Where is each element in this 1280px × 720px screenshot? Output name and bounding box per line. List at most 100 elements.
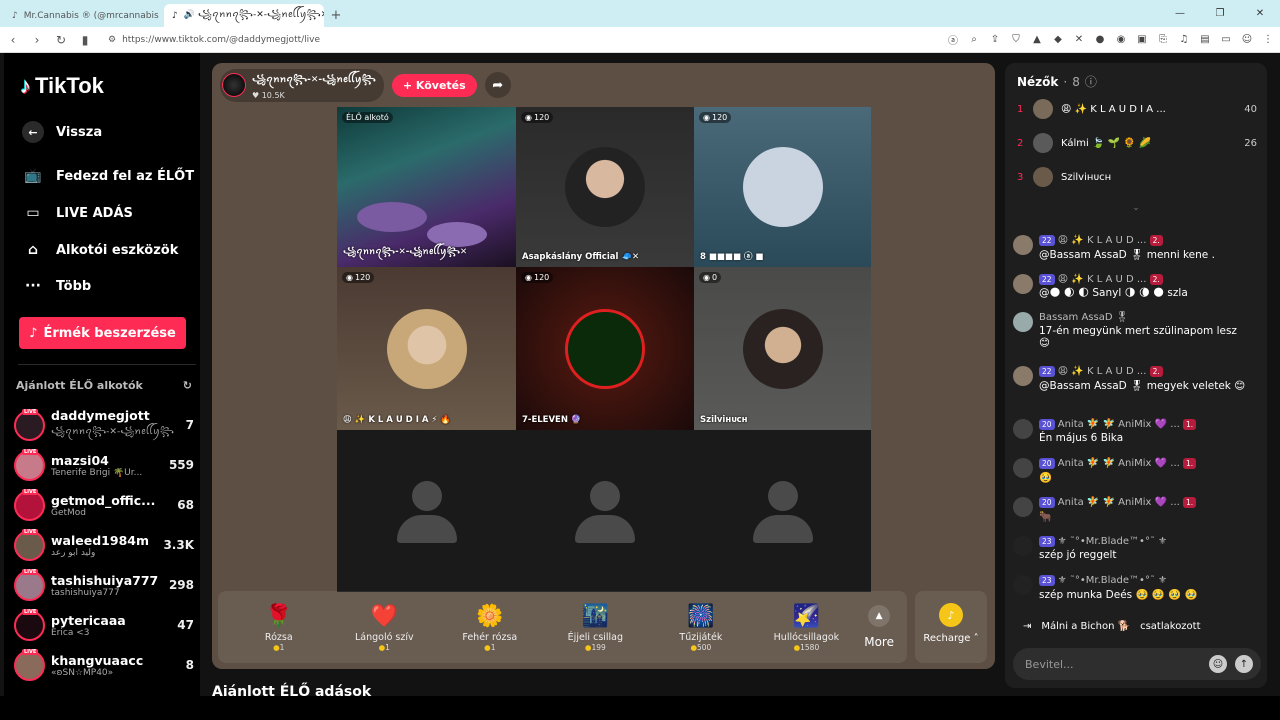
recommended-creator[interactable]: LIVE tashishuiya777 tashishuiya777 298 <box>14 567 194 603</box>
extension-icon[interactable]: ◉ <box>1115 34 1127 45</box>
guest-cell[interactable]: ◉ 120 7-ELEVEN 🔮 <box>516 267 694 430</box>
chat-message[interactable]: 22 😩 ✨ K L A U D ... 2. @Bassam AssaD 🎖 m… <box>1013 364 1253 392</box>
live-stream-panel: ꧁ꪖꪀꪀꪖ꧂-✕-꧁ꪀꫀꪶꪶꪗ꧂ ♥ 10.5K + Követés ➦ ÉLŐ … <box>212 63 995 669</box>
profile-icon[interactable]: ☺ <box>1241 34 1253 45</box>
shield-icon[interactable]: ⛉ <box>1010 34 1022 45</box>
new-tab-button[interactable]: + <box>324 4 348 27</box>
live-badge: LIVE <box>22 568 39 575</box>
forward-arrow-icon[interactable]: › <box>30 33 44 47</box>
empty-guest-slot[interactable] <box>337 430 516 592</box>
gift-item[interactable]: 🌼 Fehér rózsa ●1 <box>437 602 543 652</box>
chat-message[interactable]: Bassam AssaD 🎖 17-én megyünk mert szülina… <box>1013 310 1253 349</box>
viewers-chat-panel: Nézők · 8 ⓘ 1 😩 ✨ K L A U D I A ... 40 2 Kálmi… <box>1005 63 1267 688</box>
sidebar-icon[interactable]: ▤ <box>1199 34 1211 45</box>
browser-tab-active[interactable]: ♪🔊 ꧁ꪖꪀꪀꪖ꧂-✕-꧁ꪀꫀꪶꪶꪗ꧂✕ (@da✕ <box>164 4 324 27</box>
info-icon[interactable]: ⓘ <box>1085 73 1097 90</box>
close-window-icon[interactable]: ✕ <box>1240 0 1280 27</box>
fireworks-icon: 🎆 <box>687 604 715 629</box>
site-info-icon[interactable]: ⚙ <box>108 35 116 45</box>
refresh-icon[interactable]: ↻ <box>183 379 192 392</box>
tiktok-logo[interactable]: ♪ TikTok <box>20 73 104 99</box>
empty-guest-slot[interactable] <box>516 430 694 592</box>
extension-icon[interactable]: ⎘ <box>1157 34 1169 45</box>
chat-message[interactable]: 22 😩 ✨ K L A U D ... 2. @Bassam AssaD 🎖 m… <box>1013 233 1253 261</box>
chat-list: 22 😩 ✨ K L A U D ... 2. @Bassam AssaD 🎖 m… <box>1013 223 1257 621</box>
cell-badge: ÉLŐ alkotó <box>342 112 393 123</box>
host-bar: ꧁ꪖꪀꪀꪖ꧂-✕-꧁ꪀꫀꪶꪶꪗ꧂ ♥ 10.5K + Követés ➦ <box>220 68 511 102</box>
extension-icon[interactable]: ▣ <box>1136 34 1148 45</box>
guest-avatar <box>742 308 823 389</box>
viewers-header: Nézők · 8 ⓘ <box>1017 73 1097 90</box>
share-icon[interactable]: ➦ <box>484 72 511 98</box>
nav-creator-tools[interactable]: ⌂ Alkotói eszközök <box>22 239 178 261</box>
back-arrow-icon[interactable]: ‹ <box>6 33 20 47</box>
recommended-creator[interactable]: LIVE waleed1984m وليد ابو رعد 3.3K <box>14 527 194 563</box>
guest-cell[interactable]: ◉ 0 Szilviʜᴜᴄʜ <box>694 267 871 430</box>
maximize-icon[interactable]: ❐ <box>1200 0 1240 27</box>
guest-cell[interactable]: ◉ 120 8 ■■■■ ⓐ ■ <box>694 107 871 267</box>
gift-item[interactable]: 🌠 Hullócsillagok ●1580 <box>754 602 860 652</box>
reload-icon[interactable]: ↻ <box>54 33 68 47</box>
send-icon[interactable]: ↑ <box>1235 655 1253 673</box>
menu-icon[interactable]: ⋮ <box>1262 34 1274 45</box>
gift-item[interactable]: 🎆 Tűzijáték ●500 <box>648 602 754 652</box>
chat-message[interactable]: 23 ⚜ ˜°•Mr.Blade™•°˜ ⚜ szép jó reggelt <box>1013 534 1253 561</box>
translate-icon[interactable]: ⓐ <box>947 32 959 47</box>
extension-icon[interactable]: ▲ <box>1031 34 1043 45</box>
chat-message[interactable]: 20 Anita 🧚 🧚 AniMix 💜 ... 1. Én május 6 B… <box>1013 417 1253 444</box>
viewer-row[interactable]: 2 Kálmi 🍃 🌱 🌻 🌽 26 <box>1017 131 1257 155</box>
collapse-chevron-icon[interactable]: ⌄ <box>1005 203 1267 213</box>
recharge-button[interactable]: ♪ Recharge ˄ <box>915 591 987 663</box>
extension-icon[interactable]: ● <box>1094 34 1106 45</box>
recommended-creator[interactable]: LIVE pytericaaa Erica <3 47 <box>14 607 194 643</box>
gift-bar: 🌹 Rózsa ●1 ❤️ Lángoló szív ●1 🌼 Fehér rózsa ●1… <box>218 591 907 663</box>
recommended-creator[interactable]: LIVE khangvuaacc «ʚSN☆MP40» 8 <box>14 647 194 683</box>
guest-cell[interactable]: ◉ 120 😩 ✨ K L A U D I A ⚡ 🔥 <box>337 267 516 430</box>
more-gifts-button[interactable]: ▲ More <box>859 605 899 649</box>
host-avatar[interactable] <box>222 73 246 97</box>
browser-tabbar: ♪ Mr.Cannabis ® (@mrcannabis ♪ 🔊 ꧁ꪖꪀꪀꪖ꧂-✕-… <box>0 0 1280 27</box>
empty-guest-slot[interactable] <box>694 430 871 592</box>
guest-cell[interactable]: ◉ 120 Asapkáslány Official 🧢✕ <box>516 107 694 267</box>
gift-item[interactable]: 🌹 Rózsa ●1 <box>226 602 332 652</box>
recommended-creator[interactable]: LIVE getmod_offic... GetMod 68 <box>14 487 194 523</box>
browser-tab[interactable]: ♪ Mr.Cannabis ® (@mrcannabis <box>4 4 164 27</box>
guest-cell-host[interactable]: ÉLŐ alkotó ꧁ꪖꪀꪀꪖ꧂-✕-꧁ꪀꫀꪶꪶꪗ꧂✕ <box>337 107 516 267</box>
chat-message[interactable]: 23 ⚜ ˜°•Mr.Blade™•°˜ ⚜ szép munka Deés 🥹 … <box>1013 573 1253 601</box>
chat-message[interactable]: 20 Anita 🧚 🧚 AniMix 💜 ... 1. 🥹 <box>1013 456 1253 484</box>
extension-icon[interactable]: ◆ <box>1052 34 1064 45</box>
recommended-creator[interactable]: LIVE mazsi04 Tenerife Brigi 🌴Úr... 559 <box>14 447 194 483</box>
recommended-creator[interactable]: LIVE daddymegjott ꧁ꪖꪀꪀꪖ꧂-✕-꧁ꪀꫀꪶꪶꪗ꧂ 7 <box>14 407 194 443</box>
wallet-icon[interactable]: ▭ <box>1220 34 1232 45</box>
cell-label: Asapkáslány Official 🧢✕ <box>522 252 640 262</box>
nav-explore-live[interactable]: 📺 Fedezd fel az ÉLŐT <box>22 165 194 187</box>
url-field[interactable]: ⚙ https://www.tiktok.com/@daddymegjott/li… <box>108 35 320 45</box>
guest-avatar <box>565 308 645 389</box>
avatar <box>1013 274 1033 294</box>
music-icon[interactable]: ♫ <box>1178 34 1190 45</box>
viewer-row[interactable]: 3 Szilviʜᴜᴄʜ <box>1017 165 1257 189</box>
nav-more[interactable]: ··· Több <box>22 275 91 297</box>
gift-item[interactable]: 🌃 Éjjeli csillag ●199 <box>543 602 649 652</box>
chat-message[interactable]: 22 😩 ✨ K L A U D ... 2. @🌑 🌒 🌓 Sanyl 🌗 🌘 … <box>1013 272 1253 299</box>
gift-item[interactable]: ❤️ Lángoló szív ●1 <box>332 602 438 652</box>
share-page-icon[interactable]: ⇪ <box>989 34 1001 45</box>
bookmark-icon[interactable]: ▮ <box>78 33 92 47</box>
host-info[interactable]: ꧁ꪖꪀꪀꪖ꧂-✕-꧁ꪀꫀꪶꪶꪗ꧂ ♥ 10.5K <box>220 68 384 102</box>
back-button[interactable]: ← Vissza <box>22 121 102 143</box>
follow-button[interactable]: + Követés <box>391 73 477 97</box>
viewer-row[interactable]: 1 😩 ✨ K L A U D I A ... 40 <box>1017 97 1257 121</box>
avatar <box>1013 458 1033 478</box>
extension-icon[interactable]: ✕ <box>1073 34 1085 45</box>
minimize-icon[interactable]: — <box>1160 0 1200 27</box>
chat-input[interactable]: Bevitel... ☺ ↑ <box>1013 648 1261 680</box>
avatar: LIVE <box>14 528 45 561</box>
emoji-icon[interactable]: ☺ <box>1209 655 1227 673</box>
tiktok-favicon-icon: ♪ <box>172 10 178 21</box>
zoom-icon[interactable]: ⌕ <box>968 34 980 45</box>
get-coins-button[interactable]: ♪ Érmék beszerzése <box>19 317 186 349</box>
nav-live-studio[interactable]: ▭ LIVE ADÁS <box>22 202 133 224</box>
extensions-toolbar: ⓐ ⌕ ⇪ ⛉ ▲ ◆ ✕ ● ◉ ▣ ⎘ ♫ ▤ ▭ ☺ ⋮ <box>947 32 1274 47</box>
chat-message[interactable]: 20 Anita 🧚 🧚 AniMix 💜 ... 1. 🐂 <box>1013 495 1253 523</box>
avatar: LIVE <box>14 448 45 481</box>
